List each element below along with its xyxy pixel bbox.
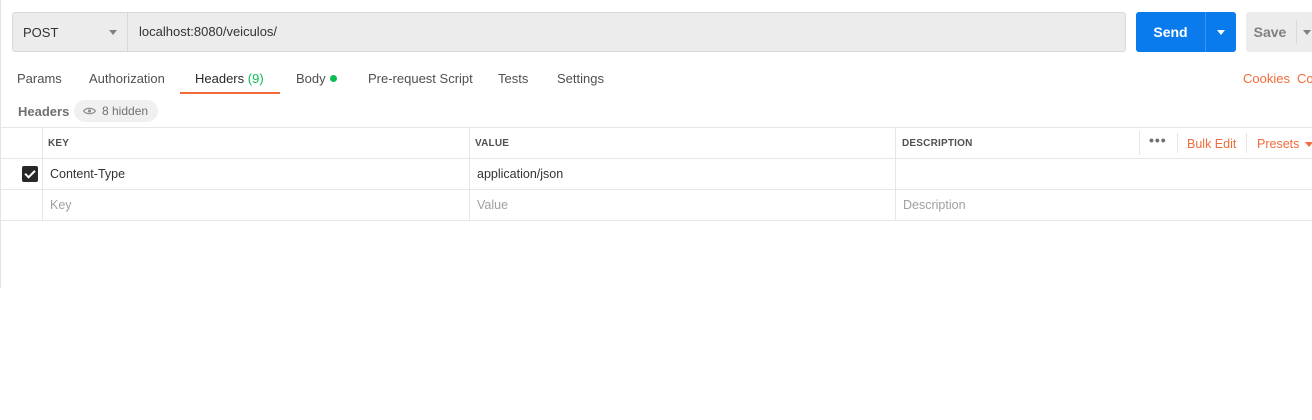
tab-label: Pre-request Script [368,71,473,86]
eye-icon [83,107,96,115]
url-input[interactable]: localhost:8080/veiculos/ [139,13,277,51]
active-tab-indicator [180,92,280,94]
new-value-input[interactable]: Value [477,198,508,212]
column-divider [42,127,43,221]
url-bar: POST localhost:8080/veiculos/ [12,12,1126,52]
hidden-headers-toggle[interactable]: 8 hidden [74,100,158,122]
more-options-icon[interactable]: ••• [1149,132,1167,148]
header-description-cell[interactable] [903,167,1133,183]
chevron-down-icon [1305,142,1312,148]
tab-label: Settings [557,71,604,86]
headers-section-title: Headers [18,104,70,119]
body-status-dot [330,75,337,82]
method-label: POST [23,24,59,40]
save-label: Save [1253,24,1287,40]
code-link[interactable]: Co [1297,71,1312,86]
save-button[interactable]: Save [1246,12,1312,52]
new-description-input[interactable]: Description [903,198,966,212]
tab-label: Params [17,71,62,86]
cookies-link[interactable]: Cookies [1243,71,1290,86]
header-value-cell[interactable]: application/json [477,167,563,181]
header-key-cell[interactable]: Content-Type [50,167,125,181]
presets-label: Presets [1257,137,1300,151]
method-select[interactable]: POST [13,13,128,51]
bulk-edit-link[interactable]: Bulk Edit [1187,137,1236,151]
send-dropdown-icon[interactable] [1206,12,1236,52]
request-panel: POST localhost:8080/veiculos/ Send Save … [0,0,1312,288]
presets-dropdown[interactable]: Presets [1257,137,1312,151]
tab-params[interactable]: Params [17,71,62,87]
table-divider [1,189,1312,190]
column-header-value: VALUE [475,138,510,149]
column-divider [1139,131,1140,155]
column-divider [1246,133,1247,153]
tab-tests[interactable]: Tests [498,71,528,87]
column-divider [895,127,896,221]
tab-pre-request-script[interactable]: Pre-request Script [368,71,473,87]
tab-label: Authorization [89,71,165,86]
column-header-description: DESCRIPTION [902,138,973,149]
new-key-input[interactable]: Key [50,198,72,212]
hidden-headers-label: 8 hidden [102,104,149,118]
tab-label: Tests [498,71,529,86]
tab-body[interactable]: Body [296,71,326,87]
tab-count-badge: (9) [247,71,264,86]
tab-settings[interactable]: Settings [557,71,604,87]
tab-headers[interactable]: Headers (9) [195,71,264,87]
column-divider [1177,133,1178,153]
send-button[interactable]: Send [1136,12,1236,52]
column-divider [469,127,470,221]
send-label: Send [1153,24,1188,40]
table-divider [1,158,1312,159]
header-enabled-checkbox[interactable] [22,166,38,182]
tab-authorization[interactable]: Authorization [89,71,165,87]
table-divider [1,220,1312,221]
table-divider [1,127,1312,128]
save-dropdown-icon[interactable] [1297,12,1312,52]
column-header-key: KEY [48,138,70,149]
chevron-down-icon [109,30,117,35]
tab-label: Body [296,71,326,86]
tab-label: Headers [195,71,245,86]
